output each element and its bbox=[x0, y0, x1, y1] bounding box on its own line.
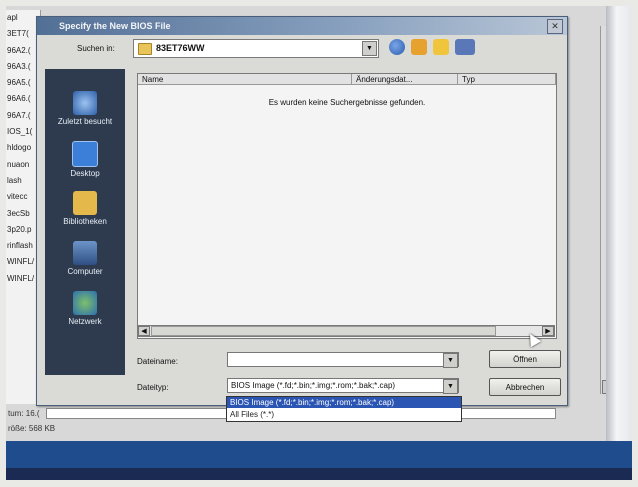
list-item[interactable]: 96A6.( bbox=[6, 91, 40, 107]
file-open-dialog: Specify the New BIOS File ✕ Suchen in: 8… bbox=[36, 16, 568, 406]
list-item[interactable]: 96A2.( bbox=[6, 43, 40, 59]
filetype-select[interactable]: BIOS Image (*.fd;*.bin;*.img;*.rom;*.bak… bbox=[227, 378, 459, 394]
list-item[interactable]: 96A3.( bbox=[6, 59, 40, 75]
filetype-dropdown-list: BIOS Image (*.fd;*.bin;*.img;*.rom;*.bak… bbox=[226, 396, 462, 422]
dialog-title: Specify the New BIOS File bbox=[59, 21, 171, 31]
computer-icon bbox=[73, 241, 97, 265]
place-libraries[interactable]: Bibliotheken bbox=[45, 191, 125, 226]
view-menu-icon[interactable] bbox=[455, 39, 475, 55]
file-list[interactable]: Name Änderungsdat... Typ Es wurden keine… bbox=[137, 73, 557, 339]
list-item[interactable]: 3ecSb bbox=[6, 206, 40, 222]
dialog-titlebar: Specify the New BIOS File ✕ bbox=[37, 17, 567, 35]
list-item[interactable]: apl bbox=[6, 10, 40, 26]
place-label: Desktop bbox=[70, 169, 100, 178]
place-recent[interactable]: Zuletzt besucht bbox=[45, 91, 125, 126]
places-bar: Zuletzt besucht Desktop Bibliotheken Com… bbox=[45, 69, 125, 375]
scroll-thumb[interactable] bbox=[151, 326, 496, 336]
look-in-combobox[interactable]: 83ET76WW ▼ bbox=[133, 39, 379, 58]
dropdown-option-all-files[interactable]: All Files (*.*) bbox=[227, 409, 461, 420]
chevron-down-icon[interactable]: ▼ bbox=[443, 353, 458, 368]
no-results-message: Es wurden keine Suchergebnisse gefunden. bbox=[268, 98, 426, 107]
scroll-right-button[interactable]: ▶ bbox=[542, 326, 554, 336]
column-header-type[interactable]: Typ bbox=[458, 74, 556, 85]
list-item[interactable]: 96A7.( bbox=[6, 108, 40, 124]
look-in-label: Suchen in: bbox=[77, 44, 115, 53]
horizontal-scrollbar[interactable]: ◀ ▶ bbox=[137, 325, 555, 337]
status-size: röße: 568 KB bbox=[8, 424, 56, 433]
column-header-name[interactable]: Name bbox=[138, 74, 352, 85]
place-desktop[interactable]: Desktop bbox=[45, 141, 125, 178]
list-item[interactable]: nuaon bbox=[6, 157, 40, 173]
place-label: Zuletzt besucht bbox=[57, 117, 113, 126]
place-computer[interactable]: Computer bbox=[45, 241, 125, 276]
cancel-button[interactable]: Abbrechen bbox=[489, 378, 561, 396]
look-in-value: 83ET76WW bbox=[156, 43, 205, 53]
filetype-label: Dateityp: bbox=[137, 383, 169, 392]
chevron-down-icon[interactable]: ▼ bbox=[443, 379, 458, 394]
list-item[interactable]: rinflash bbox=[6, 238, 40, 254]
place-network[interactable]: Netzwerk bbox=[45, 291, 125, 326]
taskbar-edge bbox=[6, 468, 632, 480]
list-item[interactable]: 3ET7( bbox=[6, 26, 40, 42]
desktop-icon bbox=[72, 141, 98, 167]
close-button[interactable]: ✕ bbox=[547, 19, 563, 34]
list-item[interactable]: WINFL/ bbox=[6, 271, 40, 287]
list-item[interactable]: 3p20.p bbox=[6, 222, 40, 238]
place-label: Netzwerk bbox=[68, 317, 102, 326]
list-item[interactable]: hldogo bbox=[6, 140, 40, 156]
back-icon[interactable] bbox=[389, 39, 405, 55]
dropdown-option-bios-image[interactable]: BIOS Image (*.fd;*.bin;*.img;*.rom;*.bak… bbox=[227, 397, 461, 408]
list-item[interactable]: WINFL/ bbox=[6, 254, 40, 270]
place-label: Computer bbox=[67, 267, 103, 276]
network-icon bbox=[73, 291, 97, 315]
scroll-left-button[interactable]: ◀ bbox=[138, 326, 150, 336]
list-item[interactable]: 96A5.( bbox=[6, 75, 40, 91]
list-item[interactable]: IOS_1( bbox=[6, 124, 40, 140]
new-folder-icon[interactable] bbox=[433, 39, 449, 55]
filename-label: Dateiname: bbox=[137, 357, 178, 366]
list-item[interactable]: vitecc bbox=[6, 189, 40, 205]
column-header-modified[interactable]: Änderungsdat... bbox=[352, 74, 458, 85]
recent-places-icon bbox=[73, 91, 97, 115]
folder-icon bbox=[138, 43, 152, 55]
monitor-bezel bbox=[606, 6, 632, 480]
list-item[interactable]: lash bbox=[6, 173, 40, 189]
open-button[interactable]: Öffnen bbox=[489, 350, 561, 368]
filetype-value: BIOS Image (*.fd;*.bin;*.img;*.rom;*.bak… bbox=[231, 381, 396, 390]
up-folder-icon[interactable] bbox=[411, 39, 427, 55]
libraries-icon bbox=[73, 191, 97, 215]
filename-input[interactable]: ▼ bbox=[227, 352, 459, 368]
photo-frame: apl 3ET7( 96A2.( 96A3.( 96A5.( 96A6.( 96… bbox=[6, 6, 632, 480]
place-label: Bibliotheken bbox=[63, 217, 107, 226]
chevron-down-icon[interactable]: ▼ bbox=[362, 41, 377, 56]
